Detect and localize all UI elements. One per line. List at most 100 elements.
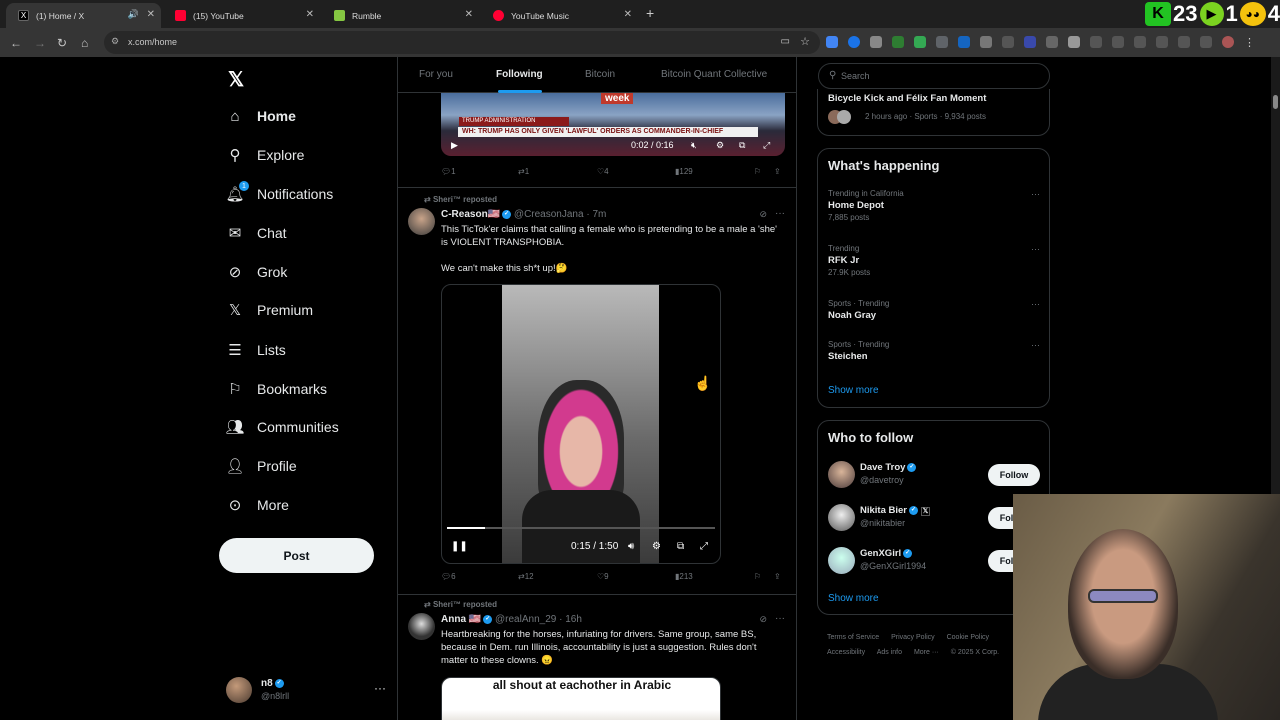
close-tab-icon[interactable]: ✕ [306, 9, 314, 20]
tab-bitcoin[interactable]: Bitcoin [585, 69, 615, 80]
author-name[interactable]: C-Reason🇺🇸 [441, 209, 500, 220]
trend-card-top[interactable]: Bicycle Kick and Félix Fan Moment 2 hour… [817, 89, 1050, 136]
cast-icon[interactable]: ▭ [781, 36, 790, 47]
follow-suggestion[interactable]: GenXGirl✓ @GenXGirl1994 Follow [828, 547, 1040, 579]
follow-suggestion[interactable]: Dave Troy ✓ @davetroy Follow [828, 461, 1040, 493]
tweet[interactable]: ⇄ Sheri™ reposted Anna 🇺🇸 ✓ @realAnn_29 ·… [398, 594, 796, 720]
trend-item[interactable]: Trending RFK Jr 27.9K posts ··· [828, 244, 1040, 277]
home-browser-icon[interactable]: ⌂ [81, 36, 88, 50]
nav-explore[interactable]: ⚲ Explore [226, 143, 305, 167]
more-dots-icon[interactable]: ··· [374, 681, 386, 695]
repost-button[interactable]: ⇄ 1 [518, 167, 529, 176]
follow-button[interactable]: Follow [988, 464, 1040, 486]
author-name[interactable]: Anna 🇺🇸 [441, 614, 481, 625]
volume-icon[interactable]: 🔇︎ [691, 140, 697, 151]
nav-chat[interactable]: ✉ Chat [226, 221, 287, 245]
show-more-link[interactable]: Show more [828, 593, 879, 604]
extension-icon[interactable] [1002, 36, 1014, 48]
nav-grok[interactable]: ⊘ Grok [226, 260, 288, 284]
profile-avatar-icon[interactable] [1222, 36, 1234, 48]
play-icon[interactable]: ▶ [451, 140, 458, 151]
views-button[interactable]: ▮ 129 [675, 167, 693, 176]
star-icon[interactable]: ☆ [800, 35, 810, 48]
footer-link[interactable]: More ··· [914, 649, 939, 656]
tab-youtube[interactable]: (15) YouTube ✕ [163, 3, 320, 28]
puzzle-icon[interactable] [1068, 36, 1080, 48]
extension-icon[interactable] [892, 36, 904, 48]
share-icon[interactable]: ⇪ [774, 167, 781, 176]
trend-item[interactable]: Trending in California Home Depot 7,885 … [828, 189, 1040, 222]
more-dots-icon[interactable]: ··· [1031, 340, 1040, 350]
share-icon[interactable]: ⇪ [774, 572, 781, 581]
nav-home[interactable]: ⌂ Home [226, 104, 295, 128]
nav-notifications[interactable]: 🔔︎ 1 Notifications [225, 181, 333, 206]
settings-icon[interactable]: ⚙ [652, 541, 661, 552]
avatar[interactable] [408, 613, 435, 640]
footer-link[interactable]: Accessibility [827, 649, 865, 656]
post-button[interactable]: Post [219, 538, 374, 573]
forward-icon[interactable]: → [34, 36, 46, 50]
grok-explain-icon[interactable]: ⊘ [759, 209, 767, 220]
tab-bitcoin-quant-collective[interactable]: Bitcoin Quant Collective [661, 69, 767, 80]
pip-icon[interactable]: ⧉ [739, 140, 745, 151]
history-icon[interactable] [1090, 36, 1102, 48]
account-switcher[interactable]: n8 ✓ @n8lrll ··· [226, 675, 386, 705]
extension-icon[interactable] [958, 36, 970, 48]
fullscreen-icon[interactable]: ⤢ [763, 140, 770, 151]
footer-link[interactable]: Ads info [877, 649, 902, 656]
follow-suggestion[interactable]: Nikita Bier✓ 𝕏 @nikitabier Follow [828, 504, 1040, 536]
settings-icon[interactable]: ⚙ [716, 140, 724, 151]
menu-list-icon[interactable] [1200, 36, 1212, 48]
close-tab-icon[interactable]: ✕ [624, 9, 632, 20]
tab-following[interactable]: Following [496, 69, 543, 80]
sidepanel-icon[interactable] [1178, 36, 1190, 48]
trend-item[interactable]: Sports · Trending Noah Gray ··· [828, 299, 1040, 321]
extension-icon[interactable] [980, 36, 992, 48]
extension-icon[interactable] [826, 36, 838, 48]
bookmark-icon[interactable]: ⚐ [754, 167, 761, 176]
tab-rumble[interactable]: Rumble ✕ [322, 3, 479, 28]
more-dots-icon[interactable]: ··· [775, 613, 785, 624]
fullscreen-icon[interactable]: ⤢ [700, 541, 708, 552]
volume-icon[interactable]: 🔊︎ [628, 541, 634, 552]
footer-link[interactable]: Terms of Service [827, 634, 879, 641]
tweet[interactable]: ⇄ Sheri™ reposted C-Reason🇺🇸 ✓ @CreasonJa… [398, 187, 796, 594]
tab-x-home[interactable]: X (1) Home / X 🔊 ✕ [6, 3, 161, 28]
search-input[interactable]: ⚲ Search [818, 63, 1050, 89]
show-more-link[interactable]: Show more [828, 385, 879, 396]
code-icon[interactable] [1134, 36, 1146, 48]
nav-profile[interactable]: 👤︎ Profile [225, 454, 296, 478]
nav-lists[interactable]: ☰ Lists [226, 338, 286, 362]
reader-icon[interactable] [1156, 36, 1168, 48]
tab-for-you[interactable]: For you [419, 69, 453, 80]
url-field[interactable]: ⚙ x.com/home ▭ ☆ [104, 31, 820, 54]
grok-explain-icon[interactable]: ⊘ [759, 614, 767, 625]
extension-icon[interactable] [1112, 36, 1124, 48]
extension-icon[interactable] [848, 36, 860, 48]
footer-link[interactable]: Privacy Policy [891, 634, 935, 641]
nav-premium[interactable]: 𝕏 Premium [226, 298, 313, 322]
more-dots-icon[interactable]: ··· [1031, 189, 1040, 199]
close-tab-icon[interactable]: ✕ [147, 9, 155, 20]
trend-item[interactable]: Sports · Trending Steichen ··· [828, 340, 1040, 362]
speaker-icon[interactable]: 🔊 [128, 9, 139, 20]
nav-communities[interactable]: 👥︎ Communities [225, 415, 338, 439]
bookmark-icon[interactable]: ⚐ [754, 572, 761, 581]
repost-button[interactable]: ⇄ 12 [518, 572, 534, 581]
footer-link[interactable]: Cookie Policy [947, 634, 989, 641]
extension-icon[interactable] [1046, 36, 1058, 48]
x-logo-icon[interactable]: 𝕏 [228, 67, 244, 92]
reload-icon[interactable]: ↻ [57, 36, 67, 50]
reply-button[interactable]: 💬︎ 6 [441, 572, 456, 581]
scrollbar-thumb[interactable] [1273, 95, 1278, 109]
extension-icon[interactable] [1024, 36, 1036, 48]
extension-icon[interactable] [914, 36, 926, 48]
chrome-menu-icon[interactable]: ⋮ [1244, 36, 1255, 49]
extension-icon[interactable] [936, 36, 948, 48]
site-info-icon[interactable]: ⚙ [111, 36, 119, 47]
pause-icon[interactable]: ❚❚ [451, 541, 468, 552]
video-progress-bar[interactable] [447, 527, 715, 529]
pip-icon[interactable]: ⧉ [677, 541, 684, 552]
nav-bookmarks[interactable]: ⚐ Bookmarks [226, 377, 327, 401]
nav-more[interactable]: ⊙ More [226, 493, 289, 517]
